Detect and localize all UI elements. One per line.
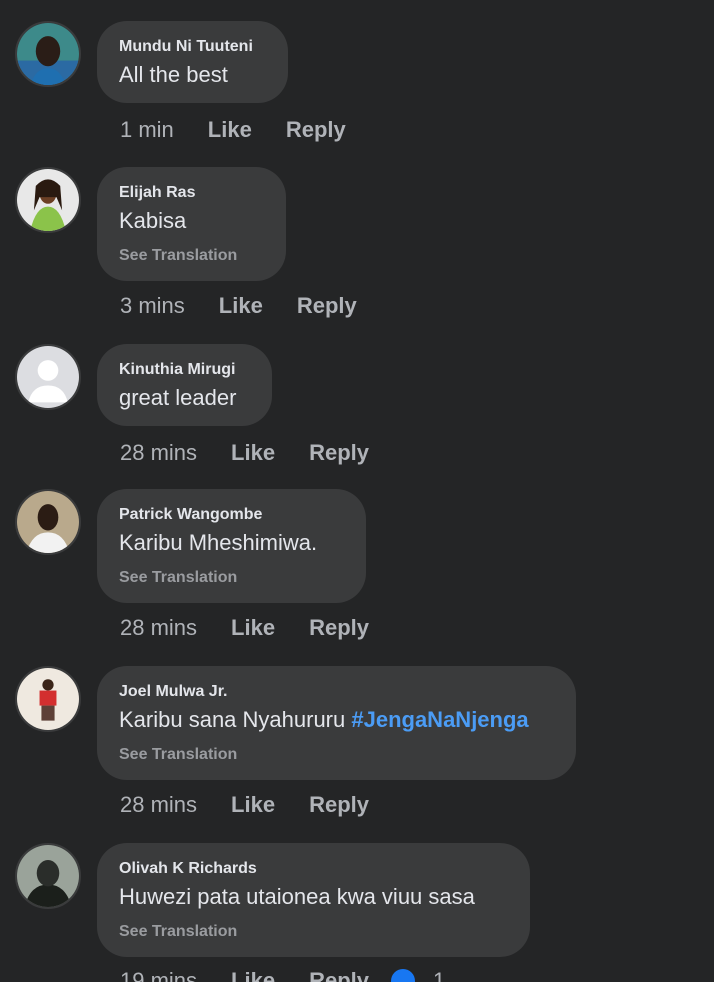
reply-button[interactable]: Reply bbox=[286, 117, 346, 143]
like-button[interactable]: Like bbox=[219, 293, 263, 319]
comment-actions: 1 min Like Reply bbox=[120, 115, 346, 145]
profile-photo-icon bbox=[17, 491, 79, 553]
see-translation-link[interactable]: See Translation bbox=[119, 922, 508, 942]
profile-photo-icon bbox=[17, 845, 79, 907]
like-button[interactable]: Like bbox=[231, 615, 275, 641]
comment-actions: 28 mins Like Reply bbox=[120, 613, 369, 643]
comment-time[interactable]: 28 mins bbox=[120, 792, 197, 818]
see-translation-link[interactable]: See Translation bbox=[119, 246, 264, 266]
reply-button[interactable]: Reply bbox=[309, 440, 369, 466]
profile-photo-icon bbox=[17, 169, 79, 231]
comments-screen: Mundu Ni Tuuteni All the best 1 min Like… bbox=[0, 0, 714, 982]
profile-photo-icon bbox=[17, 23, 79, 85]
comment-time[interactable]: 28 mins bbox=[120, 440, 197, 466]
comment-bubble: Elijah Ras Kabisa See Translation bbox=[97, 167, 286, 281]
comment-text: Huwezi pata utaionea kwa viuu sasa bbox=[119, 884, 475, 909]
like-button[interactable]: Like bbox=[231, 440, 275, 466]
reply-button[interactable]: Reply bbox=[309, 968, 369, 982]
comment-actions: 19 mins Like Reply 1 bbox=[120, 966, 445, 982]
comment-author[interactable]: Elijah Ras bbox=[119, 183, 264, 203]
comment-time[interactable]: 1 min bbox=[120, 117, 174, 143]
comment-text: Kabisa bbox=[119, 208, 187, 233]
comment-text: great leader bbox=[119, 385, 237, 410]
comment-bubble: Olivah K Richards Huwezi pata utaionea k… bbox=[97, 843, 530, 957]
comment-time[interactable]: 28 mins bbox=[120, 615, 197, 641]
like-button[interactable]: Like bbox=[231, 968, 275, 982]
avatar[interactable] bbox=[15, 21, 81, 87]
comment-bubble: Mundu Ni Tuuteni All the best bbox=[97, 21, 288, 103]
comment-actions: 28 mins Like Reply bbox=[120, 438, 369, 468]
avatar[interactable] bbox=[15, 344, 81, 410]
comment-bubble: Kinuthia Mirugi great leader bbox=[97, 344, 272, 426]
comment-author[interactable]: Joel Mulwa Jr. bbox=[119, 682, 554, 702]
comment-bubble: Patrick Wangombe Karibu Mheshimiwa. See … bbox=[97, 489, 366, 603]
reaction-count: 1 bbox=[433, 968, 446, 982]
comment-bubble: Joel Mulwa Jr. Karibu sana Nyahururu #Je… bbox=[97, 666, 576, 780]
comment-time[interactable]: 3 mins bbox=[120, 293, 185, 319]
hashtag-link[interactable]: #JengaNaNjenga bbox=[351, 707, 528, 732]
like-reaction-icon bbox=[391, 969, 415, 982]
avatar[interactable] bbox=[15, 843, 81, 909]
default-avatar-icon bbox=[17, 346, 79, 408]
comment-author[interactable]: Mundu Ni Tuuteni bbox=[119, 37, 266, 57]
comment-text: Karibu Mheshimiwa. bbox=[119, 530, 318, 555]
avatar[interactable] bbox=[15, 489, 81, 555]
like-button[interactable]: Like bbox=[208, 117, 252, 143]
reaction-summary[interactable]: 1 bbox=[391, 968, 445, 982]
comment-text: All the best bbox=[119, 62, 228, 87]
reply-button[interactable]: Reply bbox=[309, 792, 369, 818]
comment-text: Karibu sana Nyahururu #JengaNaNjenga bbox=[119, 705, 554, 735]
comment-author[interactable]: Patrick Wangombe bbox=[119, 505, 344, 525]
comment-actions: 28 mins Like Reply bbox=[120, 790, 369, 820]
see-translation-link[interactable]: See Translation bbox=[119, 568, 344, 588]
reply-button[interactable]: Reply bbox=[309, 615, 369, 641]
see-translation-link[interactable]: See Translation bbox=[119, 745, 554, 765]
profile-photo-icon bbox=[17, 668, 79, 730]
comment-time[interactable]: 19 mins bbox=[120, 968, 197, 982]
avatar[interactable] bbox=[15, 666, 81, 732]
reply-button[interactable]: Reply bbox=[297, 293, 357, 319]
comment-author[interactable]: Olivah K Richards bbox=[119, 859, 508, 879]
comment-actions: 3 mins Like Reply bbox=[120, 291, 357, 321]
like-button[interactable]: Like bbox=[231, 792, 275, 818]
comment-author[interactable]: Kinuthia Mirugi bbox=[119, 360, 250, 380]
comment-text-body: Karibu sana Nyahururu bbox=[119, 707, 352, 732]
avatar[interactable] bbox=[15, 167, 81, 233]
